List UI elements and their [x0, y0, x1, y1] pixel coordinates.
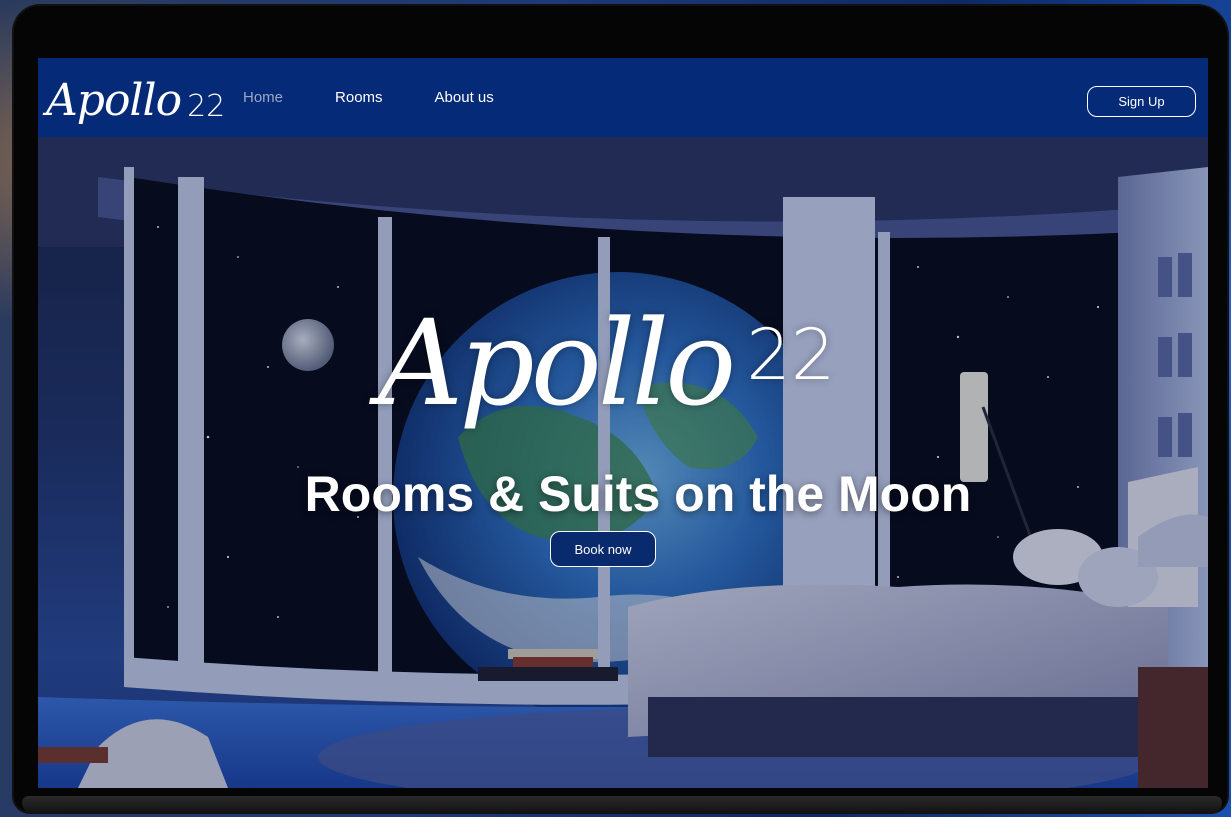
- book-now-button[interactable]: Book now: [550, 531, 656, 567]
- hero-logo-number: 22: [746, 314, 836, 396]
- nav-links: Home Rooms About us: [243, 58, 546, 137]
- laptop-base: [22, 796, 1222, 814]
- nav-logo[interactable]: Apollo 22: [46, 66, 225, 136]
- nav-logo-number: 22: [187, 88, 226, 124]
- navbar: Apollo 22 Home Rooms About us Sign Up: [38, 58, 1208, 137]
- hero-logo-script: Apollo: [378, 294, 736, 432]
- nav-link-rooms[interactable]: Rooms: [335, 89, 383, 106]
- laptop-frame: Apollo 22 Home Rooms About us Sign Up Ap…: [14, 6, 1227, 812]
- hero-section: Apollo 22 Rooms & Suits on the Moon Book…: [38, 137, 1208, 788]
- sign-up-button[interactable]: Sign Up: [1087, 86, 1196, 117]
- nav-link-about-us[interactable]: About us: [435, 89, 494, 106]
- hero-logo: Apollo 22: [378, 232, 848, 422]
- hero-title: Rooms & Suits on the Moon: [304, 466, 972, 522]
- nav-logo-script: Apollo: [46, 75, 182, 126]
- nav-link-home[interactable]: Home: [243, 89, 283, 106]
- website-screen: Apollo 22 Home Rooms About us Sign Up Ap…: [38, 58, 1208, 788]
